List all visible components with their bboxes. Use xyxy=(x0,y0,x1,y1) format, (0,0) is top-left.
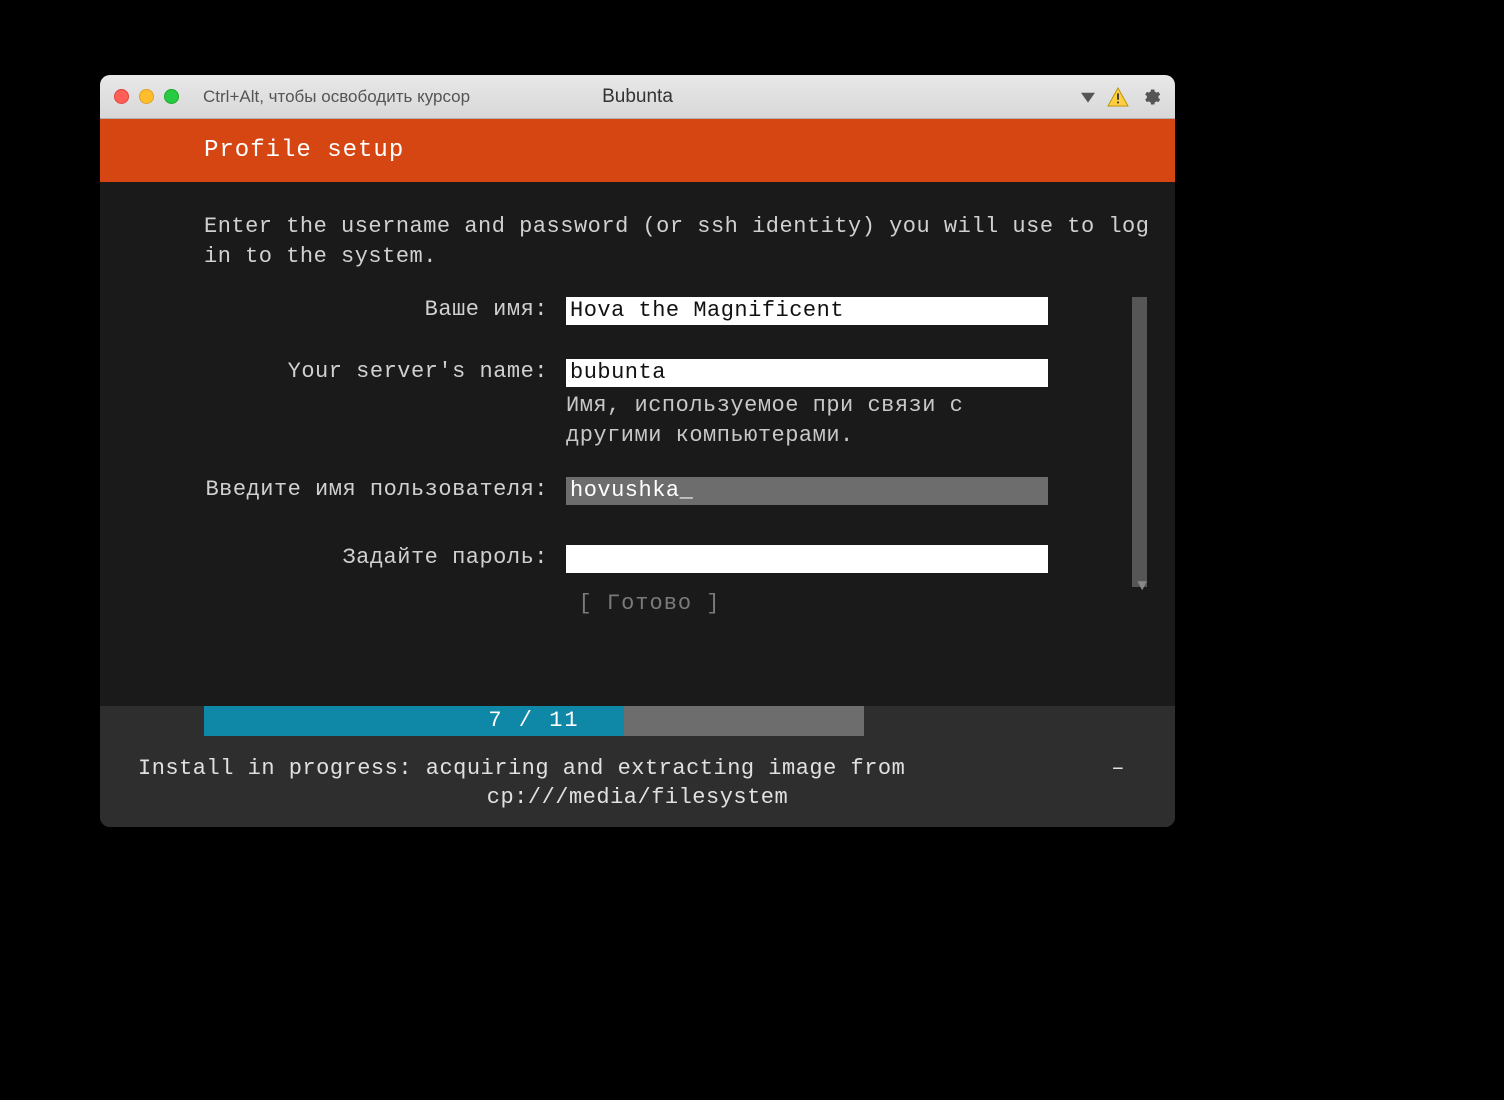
progress-text: 7 / 11 xyxy=(204,706,864,736)
release-cursor-hint: Ctrl+Alt, чтобы освободить курсор xyxy=(203,87,470,107)
username-input[interactable]: hovushka xyxy=(566,477,1048,505)
install-status: Install in progress: acquiring and extra… xyxy=(100,736,1175,827)
row-username: Введите имя пользователя: hovushka xyxy=(204,477,1155,505)
install-line1: Install in progress: acquiring and extra… xyxy=(138,754,905,784)
server-name-hint: Имя, используемое при связи с другими ко… xyxy=(566,391,1048,450)
description: Enter the username and password (or ssh … xyxy=(204,212,1155,271)
your-name-label: Ваше имя: xyxy=(204,297,566,322)
install-line2: cp:///media/filesystem xyxy=(130,783,1145,813)
warning-icon[interactable] xyxy=(1107,87,1129,107)
scrollbar[interactable] xyxy=(1132,297,1147,587)
vm-title: Bubunta xyxy=(602,86,673,108)
dropdown-icon[interactable] xyxy=(1081,90,1095,104)
close-icon[interactable] xyxy=(114,89,129,104)
gear-icon[interactable] xyxy=(1141,87,1161,107)
password-input[interactable] xyxy=(566,545,1048,573)
content: Enter the username and password (or ssh … xyxy=(100,182,1175,700)
scroll-down-icon[interactable]: ▼ xyxy=(1137,577,1147,595)
progress-area: 7 / 11 Install in progress: acquiring an… xyxy=(100,706,1175,827)
server-name-input[interactable]: bubunta xyxy=(566,359,1048,387)
username-label: Введите имя пользователя: xyxy=(204,477,566,502)
vm-screen: Profile setup Enter the username and pas… xyxy=(100,119,1175,827)
row-your-name: Ваше имя: Hova the Magnificent xyxy=(204,297,1155,325)
row-server-name: Your server's name: bubunta Имя, использ… xyxy=(204,359,1155,450)
done-button[interactable]: [ Готово ] xyxy=(144,591,1155,616)
page-title: Profile setup xyxy=(100,119,1175,182)
your-name-input[interactable]: Hova the Magnificent xyxy=(566,297,1048,325)
row-password: Задайте пароль: xyxy=(204,545,1155,573)
traffic-lights xyxy=(114,89,179,104)
password-label: Задайте пароль: xyxy=(204,545,566,570)
minimize-icon[interactable] xyxy=(139,89,154,104)
spinner-icon: – xyxy=(1111,754,1125,784)
server-name-label: Your server's name: xyxy=(204,359,566,384)
form-area: ▲ ▼ Ваше имя: Hova the Magnificent Your … xyxy=(204,297,1155,572)
titlebar: Ctrl+Alt, чтобы освободить курсор Bubunt… xyxy=(100,75,1175,119)
maximize-icon[interactable] xyxy=(164,89,179,104)
vm-window: Ctrl+Alt, чтобы освободить курсор Bubunt… xyxy=(100,75,1175,827)
progress-bar: 7 / 11 xyxy=(204,706,864,736)
